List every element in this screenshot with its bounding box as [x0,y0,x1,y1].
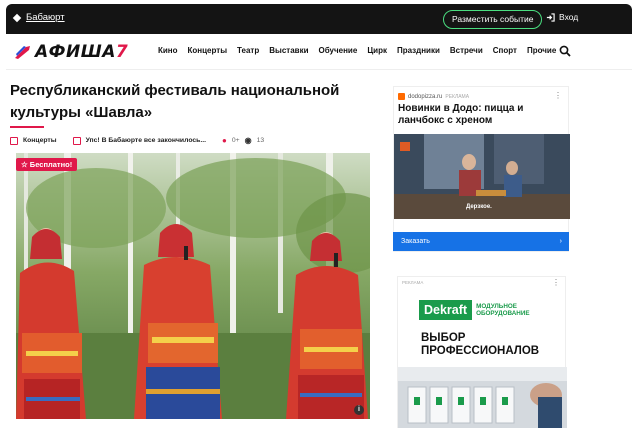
ad2-menu-icon[interactable]: ⋮ [552,278,560,287]
ad2-label: РЕКЛАМА [402,280,424,285]
nav-item-3[interactable]: Выставки [269,46,308,55]
ad2-image [398,367,567,428]
ad-dekraft[interactable]: РЕКЛАМА ⋮ Dekraft МОДУЛЬНОЕ ОБОРУДОВАНИЕ … [397,276,567,428]
dodo-logo-icon [398,93,405,100]
venue-icon [72,136,81,145]
city-label: Бабаюрт [26,12,65,23]
city-selector[interactable]: Бабаюрт [12,12,65,23]
nav-item-6[interactable]: Праздники [397,46,440,55]
ad-menu-icon[interactable]: ⋮ [554,91,562,100]
age-rating: 0+ [231,137,240,144]
nav-item-9[interactable]: Прочие [527,46,556,55]
category-nav: Кино Концерты Театр Выставки Обучение Цирк Пра… [158,46,556,55]
views-icon: ◉ [244,136,252,145]
ad-video[interactable]: Дерзкое. [394,134,570,219]
event-title: Республиканский фестиваль национальной к… [10,82,340,121]
location-icon [12,13,22,22]
ad2-brand: Dekraft МОДУЛЬНОЕ ОБОРУДОВАНИЕ [419,300,530,320]
ad-order-label: Заказать [401,238,430,245]
category-icon [10,136,18,145]
logo-swoosh-icon [15,46,30,59]
event-photo[interactable] [16,153,370,419]
ad-dodo[interactable]: dodopizza.ru РЕКЛАМА ⋮ Новинки в Додо: п… [393,86,570,252]
ad-source: dodopizza.ru РЕКЛАМА [398,93,469,100]
nav-item-4[interactable]: Обучение [319,46,358,55]
ad2-product-image [398,367,567,428]
nav-item-1[interactable]: Концерты [188,46,228,55]
nav-item-0[interactable]: Кино [158,46,178,55]
category-link[interactable]: Концерты [23,137,57,144]
login-link[interactable]: Вход [546,12,578,22]
search-icon[interactable] [559,45,571,57]
info-icon[interactable]: i [354,405,364,415]
nav-item-5[interactable]: Цирк [367,46,387,55]
ad-order-button[interactable]: Заказать › [393,232,569,251]
ad2-brand-logo: Dekraft [419,300,473,320]
chevron-right-icon: › [559,238,562,245]
ad2-brand-sub: МОДУЛЬНОЕ ОБОРУДОВАНИЕ [476,303,530,317]
free-badge: ☆ Бесплатно! [16,158,78,171]
ad2-headline: ВЫБОР ПРОФЕССИОНАЛОВ [421,332,540,357]
ad-label: РЕКЛАМА [445,93,470,100]
nav-item-2[interactable]: Театр [237,46,259,55]
age-icon: ● [222,136,227,145]
top-bar: Бабаюрт Разместить событие Вход [6,4,632,34]
post-event-button[interactable]: Разместить событие [443,10,543,29]
views-count: 13 [256,137,265,144]
ad-headline: Новинки в Додо: пицца и ланчбокс с хрено… [398,103,524,126]
ad-source-domain: dodopizza.ru [408,93,443,100]
logo-text: АФИША7 [35,42,129,62]
event-meta: Концерты Упс! В Бабаюрте все закончилось… [10,136,264,145]
login-icon [546,12,555,22]
login-label: Вход [559,12,579,22]
event-photo-image [16,153,370,419]
main-navbar: АФИША7 Кино Концерты Театр Выставки Обучение… [6,34,632,70]
site-logo[interactable]: АФИША7 [14,42,128,62]
title-underline [10,126,44,128]
ad-video-caption: Дерзкое. [466,204,492,210]
venue-link[interactable]: Упс! В Бабаюрте все закончилось... [86,137,206,144]
nav-item-7[interactable]: Встречи [450,46,483,55]
nav-item-8[interactable]: Спорт [493,46,517,55]
